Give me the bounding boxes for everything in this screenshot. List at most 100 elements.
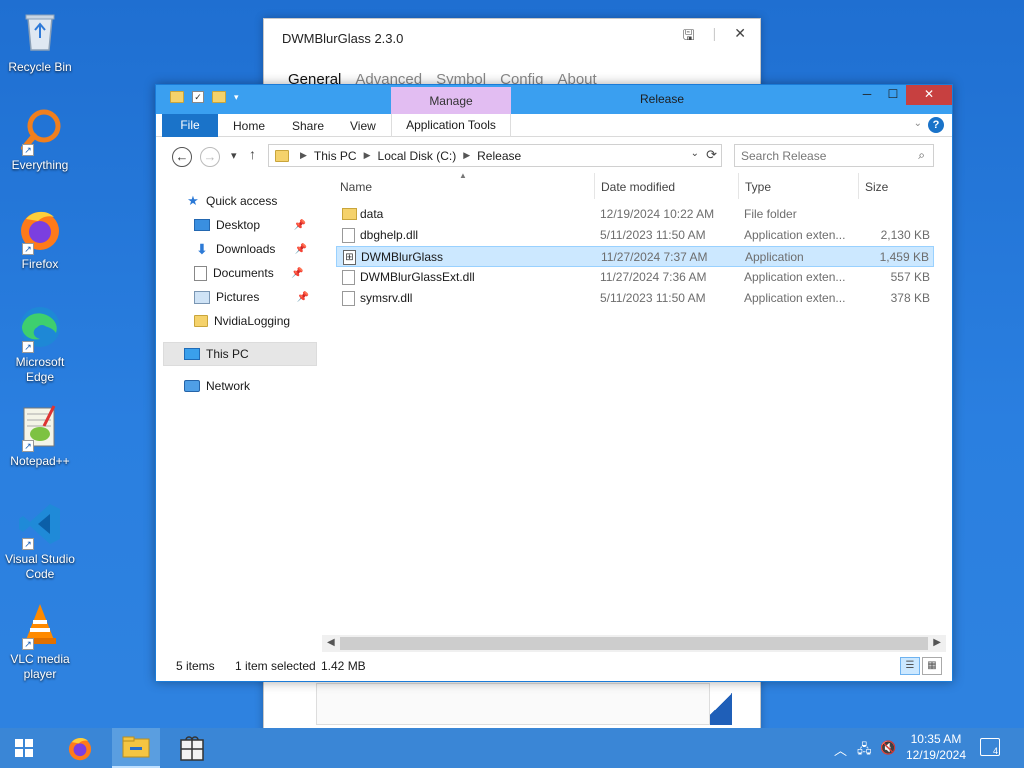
close-icon[interactable]: ✕ — [734, 25, 746, 49]
save-icon[interactable]: 🖫 — [683, 25, 695, 49]
taskbar-dwmblurglass[interactable] — [168, 728, 216, 768]
dialog-title: DWMBlurGlass 2.3.0 — [282, 31, 404, 46]
scroll-right-icon[interactable]: ▶ — [933, 637, 941, 648]
tab-home[interactable]: Home — [233, 119, 265, 133]
nav-desktop[interactable]: Desktop 📌 — [194, 214, 306, 236]
column-header-size[interactable]: Size — [865, 180, 888, 194]
tab-application-tools[interactable]: Application Tools — [391, 114, 511, 137]
help-icon[interactable]: ? — [928, 117, 944, 133]
tab-share[interactable]: Share — [292, 119, 324, 133]
column-divider[interactable] — [738, 173, 739, 199]
shortcut-arrow-icon: ↗ — [22, 144, 34, 156]
desktop-icon-vscode[interactable]: ↗ Visual Studio Code — [4, 500, 76, 582]
desktop-icon-label: Everything — [11, 158, 69, 172]
file-size: 2,130 KB — [880, 228, 930, 242]
desktop-icon-notepad-plus-plus[interactable]: ↗ Notepad++ — [4, 402, 76, 469]
file-name: data — [360, 207, 384, 221]
address-bar[interactable]: ▶ This PC ▶ Local Disk (C:) ▶ Release ⌄ … — [268, 144, 722, 167]
file-size: 378 KB — [890, 291, 930, 305]
close-button[interactable]: ✕ — [906, 85, 952, 105]
scroll-left-icon[interactable]: ◀ — [327, 637, 335, 648]
tab-view[interactable]: View — [350, 119, 376, 133]
recent-locations-icon[interactable]: ▾ — [231, 149, 237, 162]
back-button[interactable]: ← — [172, 147, 192, 167]
show-hidden-icons[interactable]: ︿ — [834, 740, 847, 759]
shortcut-arrow-icon: ↗ — [22, 538, 34, 550]
scrollbar-thumb[interactable] — [340, 637, 928, 650]
network-status-icon[interactable]: 🖧 — [857, 740, 872, 762]
file-name: DWMBlurGlassExt.dll — [360, 270, 475, 284]
shortcut-arrow-icon: ↗ — [22, 638, 34, 650]
nav-this-pc[interactable]: This PC — [184, 343, 249, 365]
column-header-name[interactable]: Name — [340, 180, 372, 194]
network-icon — [184, 380, 200, 392]
start-button[interactable] — [0, 728, 48, 768]
pin-icon[interactable]: 📌 — [291, 268, 303, 279]
refresh-icon[interactable]: ⟳ — [706, 147, 717, 163]
large-icons-view-button[interactable]: ▦ — [922, 657, 942, 675]
explorer-titlebar[interactable]: ✓ ▾ Manage Release ─ ☐ ✕ — [156, 85, 952, 114]
column-divider[interactable] — [594, 173, 595, 199]
new-folder-icon[interactable] — [212, 91, 226, 103]
file-row-dwmblurglassext[interactable]: DWMBlurGlassExt.dll 11/27/2024 7:36 AM A… — [336, 267, 934, 288]
forward-button[interactable]: → — [200, 147, 220, 167]
taskbar: ︿ 🖧 🔇 10:35 AM 12/19/2024 4 — [0, 728, 1024, 768]
dll-file-icon — [342, 291, 355, 306]
file-row-symsrv[interactable]: symsrv.dll 5/11/2023 11:50 AM Applicatio… — [336, 288, 934, 309]
properties-icon[interactable]: ✓ — [192, 91, 204, 103]
customize-toolbar-icon[interactable]: ▾ — [234, 92, 239, 103]
breadcrumb-separator-icon[interactable]: ▶ — [364, 150, 371, 161]
file-row-dwmblurglass[interactable]: ⊞ DWMBlurGlass 11/27/2024 7:37 AM Applic… — [336, 246, 934, 267]
search-input[interactable]: Search Release ⌕ — [734, 144, 934, 167]
breadcrumb-local-disk[interactable]: Local Disk (C:) — [378, 149, 457, 163]
horizontal-scrollbar[interactable]: ◀ ▶ — [322, 635, 946, 652]
dialog-content-box — [316, 683, 710, 725]
taskbar-firefox[interactable] — [56, 728, 104, 768]
desktop-icon-recycle-bin[interactable]: Recycle Bin — [4, 8, 76, 75]
shortcut-arrow-icon: ↗ — [22, 341, 34, 353]
desktop-icon-vlc[interactable]: ↗ VLC media player — [4, 600, 76, 682]
document-icon — [194, 265, 207, 281]
nav-downloads[interactable]: ⬇ Downloads 📌 — [194, 238, 307, 260]
nav-documents[interactable]: Documents 📌 — [194, 262, 304, 284]
column-header-date[interactable]: Date modified — [601, 180, 675, 194]
tab-file[interactable]: File — [162, 114, 218, 137]
column-divider[interactable] — [858, 173, 859, 199]
pin-icon[interactable]: 📌 — [294, 220, 306, 231]
nav-network[interactable]: Network — [184, 375, 250, 397]
breadcrumb-release[interactable]: Release — [477, 149, 521, 163]
up-button[interactable]: ↑ — [249, 146, 256, 162]
file-explorer-window[interactable]: ✓ ▾ Manage Release ─ ☐ ✕ File Home Share… — [155, 84, 953, 682]
minimize-button[interactable]: ─ — [854, 85, 880, 105]
folder-icon — [275, 149, 289, 162]
nav-quick-access[interactable]: ★ Quick access — [186, 190, 277, 212]
desktop-icon-microsoft-edge[interactable]: ↗ Microsoft Edge — [4, 303, 76, 385]
system-clock[interactable]: 10:35 AM 12/19/2024 — [906, 731, 966, 763]
nav-pictures[interactable]: Pictures 📌 — [194, 286, 309, 308]
notification-center-icon[interactable]: 4 — [980, 738, 1000, 756]
search-icon[interactable]: ⌕ — [918, 148, 925, 163]
status-item-count: 5 items — [176, 659, 215, 673]
desktop-icon-everything[interactable]: ↗ Everything — [4, 106, 76, 173]
folder-icon — [342, 208, 357, 220]
desktop-icon-firefox[interactable]: ↗ Firefox — [4, 205, 76, 272]
volume-muted-icon[interactable]: 🔇 — [880, 740, 896, 756]
breadcrumb-separator-icon[interactable]: ▶ — [463, 150, 470, 161]
details-view-button[interactable]: ☰ — [900, 657, 920, 675]
file-name: symsrv.dll — [360, 291, 413, 305]
pin-icon[interactable]: 📌 — [295, 244, 307, 255]
file-row-data[interactable]: data 12/19/2024 10:22 AM File folder — [336, 204, 934, 225]
dll-file-icon — [342, 270, 355, 285]
taskbar-file-explorer[interactable] — [112, 728, 160, 768]
file-row-dbghelp[interactable]: dbghelp.dll 5/11/2023 11:50 AM Applicati… — [336, 225, 934, 246]
expand-ribbon-icon[interactable]: ⌄ — [914, 118, 922, 129]
maximize-button[interactable]: ☐ — [880, 85, 906, 105]
tab-manage[interactable]: Manage — [391, 87, 511, 114]
nav-nvidialogging[interactable]: NvidiaLogging — [194, 310, 290, 332]
pin-icon[interactable]: 📌 — [297, 292, 309, 303]
clock-time: 10:35 AM — [910, 732, 962, 746]
address-dropdown-icon[interactable]: ⌄ — [691, 148, 699, 159]
column-header-type[interactable]: Type — [745, 180, 771, 194]
file-date: 12/19/2024 10:22 AM — [600, 207, 715, 221]
breadcrumb-this-pc[interactable]: This PC — [314, 149, 357, 163]
